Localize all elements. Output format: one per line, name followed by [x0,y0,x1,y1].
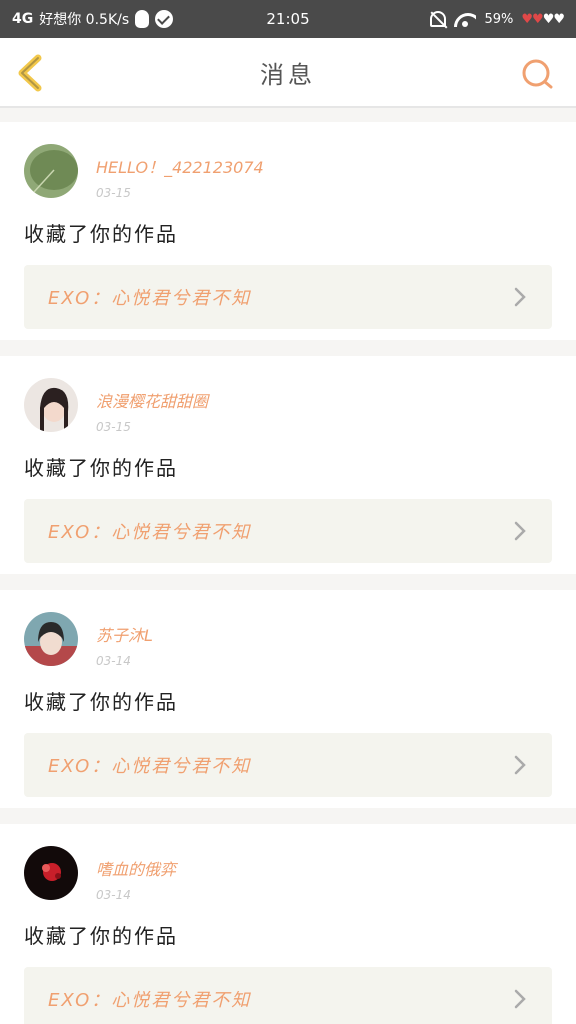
username[interactable]: HELLO！_422123074 [96,154,264,178]
navigation-bar: 消息 [0,38,576,108]
timestamp: 03-14 [96,654,131,668]
message-list: HELLO！_422123074 03-15 收藏了你的作品 EXO：心悦君兮君… [0,108,576,1024]
carrier-speed: 好想你 0.5K/s [39,12,130,28]
clock: 21:05 [266,10,310,28]
avatar[interactable] [24,846,78,900]
back-button[interactable] [14,54,48,92]
work-title: EXO：心悦君兮君不知 [48,288,252,309]
battery-level: 59% [484,11,514,27]
check-circle-icon [155,10,174,28]
qq-icon [135,10,150,28]
work-link[interactable]: EXO：心悦君兮君不知 [24,967,552,1024]
timestamp: 03-15 [96,420,131,434]
chevron-right-icon [514,521,526,541]
message-card: 浪漫樱花甜甜圈 03-15 收藏了你的作品 EXO：心悦君兮君不知 [0,356,576,574]
page-title: 消息 [260,60,316,89]
chevron-right-icon [514,755,526,775]
message-card: 嗜血的俄弈 03-14 收藏了你的作品 EXO：心悦君兮君不知 [0,824,576,1024]
work-link[interactable]: EXO：心悦君兮君不知 [24,733,552,797]
timestamp: 03-15 [96,186,131,200]
avatar[interactable] [24,144,78,198]
username[interactable]: 嗜血的俄弈 [96,856,176,880]
search-button[interactable] [520,57,554,91]
work-title: EXO：心悦君兮君不知 [48,990,252,1011]
avatar[interactable] [24,378,78,432]
heart-red: ♥♥ [521,11,543,27]
search-icon [522,59,553,89]
work-title: EXO：心悦君兮君不知 [48,756,252,777]
wifi-icon [454,11,476,27]
action-text: 收藏了你的作品 [24,924,178,948]
avatar[interactable] [24,612,78,666]
timestamp: 03-14 [96,888,131,902]
work-link[interactable]: EXO：心悦君兮君不知 [24,265,552,329]
action-text: 收藏了你的作品 [24,690,178,714]
chevron-right-icon [514,287,526,307]
heart-white: ♥♥ [542,11,565,27]
work-title: EXO：心悦君兮君不知 [48,522,252,543]
work-link[interactable]: EXO：心悦君兮君不知 [24,499,552,563]
username[interactable]: 浪漫樱花甜甜圈 [96,388,208,412]
network-indicator: 4G [12,11,34,27]
status-bar: 4G 好想你 0.5K/s 21:05 59% ♥♥♥♥ [0,0,576,38]
message-card: 苏子沐L 03-14 收藏了你的作品 EXO：心悦君兮君不知 [0,590,576,808]
username[interactable]: 苏子沐L [96,622,153,646]
action-text: 收藏了你的作品 [24,222,178,246]
chevron-left-icon [18,54,42,92]
battery-hearts-icon: ♥♥♥♥ [521,11,565,27]
chevron-right-icon [514,989,526,1009]
action-text: 收藏了你的作品 [24,456,178,480]
message-card: HELLO！_422123074 03-15 收藏了你的作品 EXO：心悦君兮君… [0,122,576,340]
mute-bell-icon [430,11,447,27]
